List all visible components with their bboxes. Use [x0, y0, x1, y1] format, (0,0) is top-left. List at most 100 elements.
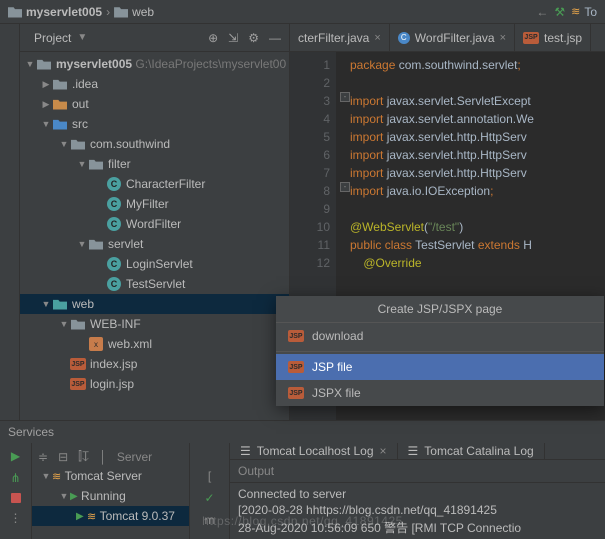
- close-icon[interactable]: ×: [500, 32, 506, 44]
- tree-item-class[interactable]: C TestServlet: [20, 274, 289, 294]
- folder-icon: [53, 119, 67, 130]
- jsp-icon: JSP: [70, 378, 86, 390]
- log-icon: ☰: [408, 444, 419, 458]
- tree-item-class[interactable]: C WordFilter: [20, 214, 289, 234]
- services-toolbar: ▶ ⋔ ⋮: [0, 443, 32, 539]
- chevron-right-icon: ›: [106, 5, 110, 19]
- jsp-icon: JSP: [288, 387, 304, 399]
- play-icon: ▶: [76, 511, 84, 522]
- package-icon: [71, 139, 85, 150]
- bracket-icon[interactable]: [: [208, 469, 211, 483]
- class-icon: C: [107, 277, 121, 291]
- svc-row-instance[interactable]: ▶ ≋ Tomcat 9.0.37: [32, 506, 189, 526]
- svc-row-running[interactable]: ▼ ▶ Running: [32, 486, 189, 506]
- tree-item-class[interactable]: C MyFilter: [20, 194, 289, 214]
- class-icon: C: [107, 217, 121, 231]
- tomcat-icon: ≋: [52, 470, 61, 483]
- class-tab-icon: C: [398, 32, 410, 44]
- jsp-icon: JSP: [523, 32, 539, 44]
- close-icon[interactable]: ×: [380, 444, 387, 458]
- services-tabs[interactable]: ☰ Tomcat Localhost Log × ☰ Tomcat Catali…: [230, 443, 605, 460]
- popup-item-jspx-file[interactable]: JSP JSPX file: [276, 380, 604, 406]
- tree-item-class[interactable]: C LoginServlet: [20, 254, 289, 274]
- jsp-icon: JSP: [288, 330, 304, 342]
- tree-item-out[interactable]: ▶ out: [20, 94, 289, 114]
- project-tree[interactable]: ▼ myservlet005 G:\IdeaProjects\myservlet…: [20, 52, 289, 420]
- jsp-icon: JSP: [70, 358, 86, 370]
- run-config-selector[interactable]: ≋ To: [571, 5, 597, 19]
- hammer-icon[interactable]: ⚒: [554, 5, 565, 19]
- tab-testjsp[interactable]: JSP test.jsp: [515, 24, 591, 51]
- console-output[interactable]: Connected to server [2020-08-28 hhttps:/…: [230, 483, 605, 539]
- play-icon: ▶: [70, 491, 78, 502]
- fold-icon[interactable]: -: [340, 182, 350, 192]
- stop-icon[interactable]: [11, 493, 21, 503]
- filter-icon[interactable]: ⫿↧: [78, 449, 89, 464]
- target-icon[interactable]: ⊕: [208, 31, 218, 45]
- class-icon: C: [107, 257, 121, 271]
- project-panel: Project ▼ ⊕ ⇲ ⚙ — ▼ myservlet005 G:\Idea…: [20, 24, 290, 420]
- tree-item-src[interactable]: ▼ src: [20, 114, 289, 134]
- popup-item-jsp-file[interactable]: JSP JSP file: [276, 354, 604, 380]
- folder-icon: [8, 6, 22, 18]
- divider: │: [99, 450, 107, 464]
- breadcrumb[interactable]: myservlet005 › web: [8, 5, 154, 19]
- tree-item-loginjsp[interactable]: JSP login.jsp: [20, 374, 289, 394]
- folder-icon: [53, 99, 67, 110]
- editor-tabs[interactable]: cterFilter.java × C WordFilter.java × JS…: [290, 24, 605, 52]
- breadcrumb-folder: web: [132, 5, 154, 19]
- run-icon[interactable]: ▶: [11, 449, 20, 463]
- xml-icon: x: [89, 337, 103, 351]
- tab-catalina-log[interactable]: ☰ Tomcat Catalina Log: [398, 443, 545, 459]
- fold-icon[interactable]: -: [340, 92, 350, 102]
- close-icon[interactable]: ×: [374, 32, 380, 44]
- tree-item-idea[interactable]: ▶ .idea: [20, 74, 289, 94]
- log-icon: ☰: [240, 444, 251, 458]
- server-label: Server: [117, 450, 152, 464]
- watermark: https://blog.csdn.net/qq_41891425: [202, 514, 403, 528]
- web-folder-icon: [53, 299, 67, 310]
- divider: [276, 351, 604, 352]
- tomcat-icon: ≋: [87, 510, 96, 523]
- back-icon[interactable]: ←: [536, 5, 548, 19]
- tree-item-indexjsp[interactable]: JSP index.jsp: [20, 354, 289, 374]
- services-label[interactable]: Services: [0, 421, 605, 443]
- folder-icon: [114, 6, 128, 18]
- popup-title: Create JSP/JSPX page: [276, 296, 604, 323]
- tree-root[interactable]: ▼ myservlet005 G:\IdeaProjects\myservlet…: [20, 54, 289, 74]
- check-icon[interactable]: ✓: [204, 491, 214, 505]
- dropdown-icon[interactable]: ▼: [77, 32, 87, 43]
- popup-item-download[interactable]: JSP download: [276, 323, 604, 349]
- panel-title: Project: [34, 31, 71, 45]
- debug-icon[interactable]: ⋔: [10, 471, 20, 485]
- tree-item-web[interactable]: ▼ web: [20, 294, 289, 314]
- tree-item-servlet[interactable]: ▼ servlet: [20, 234, 289, 254]
- expand-icon[interactable]: ⇲: [228, 31, 238, 45]
- jsp-icon: JSP: [288, 361, 304, 373]
- left-gutter: [0, 24, 20, 420]
- folder-icon: [37, 59, 51, 70]
- tree-expand-icon[interactable]: ≑: [38, 450, 48, 464]
- class-icon: C: [107, 197, 121, 211]
- package-icon: [89, 239, 103, 250]
- tab-characterfilter[interactable]: cterFilter.java ×: [290, 24, 390, 51]
- tree-item-class[interactable]: C CharacterFilter: [20, 174, 289, 194]
- tab-wordfilter[interactable]: C WordFilter.java ×: [390, 24, 515, 51]
- gear-icon[interactable]: ⚙: [248, 31, 259, 45]
- output-label: Output: [230, 460, 605, 483]
- tree-item-filter[interactable]: ▼ filter: [20, 154, 289, 174]
- folder-icon: [71, 319, 85, 330]
- more-icon[interactable]: ⋮: [10, 511, 22, 525]
- collapse-icon[interactable]: —: [269, 31, 281, 45]
- tree-item-webxml[interactable]: x web.xml: [20, 334, 289, 354]
- tab-localhost-log[interactable]: ☰ Tomcat Localhost Log ×: [230, 443, 398, 459]
- package-icon: [89, 159, 103, 170]
- breadcrumb-project: myservlet005: [26, 5, 102, 19]
- tomcat-icon: ≋: [571, 5, 580, 18]
- tree-item-package[interactable]: ▼ com.southwind: [20, 134, 289, 154]
- svc-row-tomcat-server[interactable]: ▼ ≋ Tomcat Server: [32, 466, 189, 486]
- class-icon: C: [107, 177, 121, 191]
- tree-collapse-icon[interactable]: ⊟: [58, 450, 68, 464]
- tree-item-webinf[interactable]: ▼ WEB-INF: [20, 314, 289, 334]
- services-tree[interactable]: ≑ ⊟ ⫿↧ │ Server ▼ ≋ Tomcat Server ▼ ▶ Ru…: [32, 443, 190, 539]
